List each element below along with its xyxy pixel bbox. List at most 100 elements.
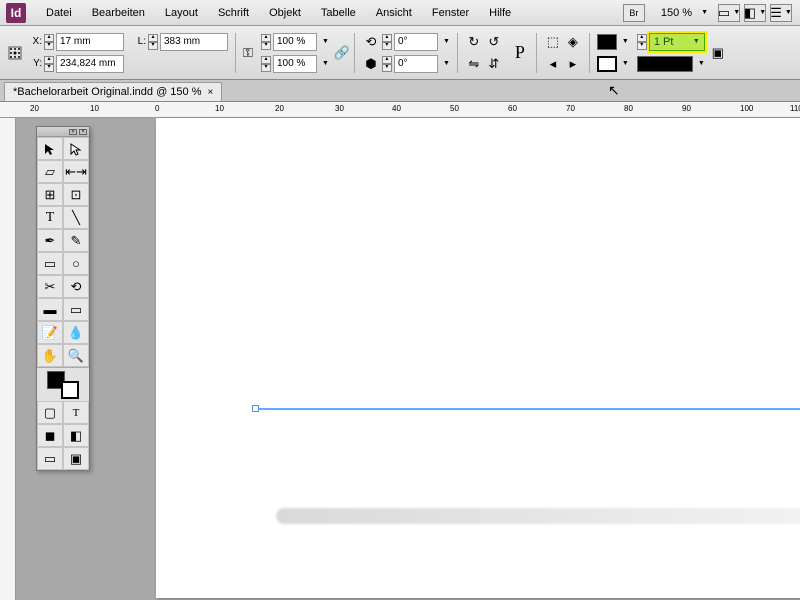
l-spinner[interactable]: ▴▾ xyxy=(148,34,158,50)
menu-tabelle[interactable]: Tabelle xyxy=(311,3,366,23)
canvas[interactable] xyxy=(16,118,800,600)
pencil-tool[interactable]: ✎ xyxy=(63,229,89,252)
bridge-button[interactable]: Br xyxy=(623,4,645,22)
toolbox-header[interactable]: «× xyxy=(37,127,89,137)
y-spinner[interactable]: ▴▾ xyxy=(44,56,54,72)
l-input[interactable] xyxy=(160,33,228,51)
chevron-down-icon[interactable]: ▼ xyxy=(322,60,329,67)
x-label: X: xyxy=(28,36,42,47)
menu-objekt[interactable]: Objekt xyxy=(259,3,311,23)
stroke-swatch[interactable] xyxy=(597,56,617,72)
app-logo: Id xyxy=(6,3,26,23)
select-container-icon[interactable]: ⬚ xyxy=(544,33,562,51)
line-tool[interactable]: ╲ xyxy=(63,206,89,229)
preview-icon[interactable]: ▣ xyxy=(63,447,89,470)
menu-fenster[interactable]: Fenster xyxy=(422,3,479,23)
selected-line[interactable] xyxy=(256,408,800,410)
rotate-cw-icon[interactable]: ↻ xyxy=(465,33,483,51)
menu-ansicht[interactable]: Ansicht xyxy=(366,3,422,23)
chevron-down-icon[interactable]: ▼ xyxy=(443,60,450,67)
shear-input[interactable] xyxy=(394,55,438,73)
page-tool[interactable]: ▱ xyxy=(37,160,63,183)
shear-spinner[interactable]: ▴▾ xyxy=(382,56,392,72)
chevron-down-icon[interactable]: ▼ xyxy=(443,38,450,45)
toolbox: «× ▱ ⇤⇥ ⊞ ⊡ T ╲ ✒ ✎ ▭ ○ ✂ ⟲ ▬ ▭ 📝 💧 ✋ 🔍 … xyxy=(36,126,90,471)
pen-tool[interactable]: ✒ xyxy=(37,229,63,252)
tab-bar: *Bachelorarbeit Original.indd @ 150 % × xyxy=(0,80,800,102)
x-spinner[interactable]: ▴▾ xyxy=(44,34,54,50)
gap-tool[interactable]: ⇤⇥ xyxy=(63,160,89,183)
rotate-input[interactable] xyxy=(394,33,438,51)
y-label: Y: xyxy=(28,58,42,69)
flip-h-icon[interactable]: ⇋ xyxy=(465,55,483,73)
zoom-level[interactable]: 150 % ▼ xyxy=(655,5,708,21)
scaley-spinner[interactable]: ▴▾ xyxy=(261,56,271,72)
menu-hilfe[interactable]: Hilfe xyxy=(479,3,521,23)
select-content-icon[interactable]: ◈ xyxy=(564,33,582,51)
document-tab[interactable]: *Bachelorarbeit Original.indd @ 150 % × xyxy=(4,82,222,101)
menu-bar: Id Datei Bearbeiten Layout Schrift Objek… xyxy=(0,0,800,26)
content-tool[interactable]: ⊞ xyxy=(37,183,63,206)
ellipse-tool[interactable]: ○ xyxy=(63,252,89,275)
menu-layout[interactable]: Layout xyxy=(155,3,208,23)
fill-swatch[interactable] xyxy=(597,34,617,50)
y-input[interactable] xyxy=(56,55,124,73)
hand-tool[interactable]: ✋ xyxy=(37,344,63,367)
l-label: L: xyxy=(132,36,146,47)
menu-schrift[interactable]: Schrift xyxy=(208,3,259,23)
apply-gradient-icon[interactable]: ◧ xyxy=(63,424,89,447)
format-container-icon[interactable]: ▢ xyxy=(37,401,63,424)
reference-point-icon[interactable] xyxy=(6,44,24,62)
direct-selection-tool[interactable] xyxy=(63,137,89,160)
control-bar: X: ▴▾ Y: ▴▾ L: ▴▾ ⚿ ▴▾ ▼ ▴▾ ▼ 🔗 xyxy=(0,26,800,80)
select-prev-icon[interactable]: ◂ xyxy=(544,55,562,73)
stroke-weight-input[interactable]: 1 Pt▼ xyxy=(649,33,705,51)
rectangle-frame-tool[interactable]: ▭ xyxy=(37,252,63,275)
fill-stroke-control[interactable] xyxy=(37,367,89,401)
selection-tool[interactable] xyxy=(37,137,63,160)
stroke-spinner[interactable]: ▴▾ xyxy=(637,34,647,50)
flip-v-icon[interactable]: ⇵ xyxy=(485,55,503,73)
menu-bearbeiten[interactable]: Bearbeiten xyxy=(82,3,155,23)
stroke-style[interactable] xyxy=(637,56,693,72)
tab-title: *Bachelorarbeit Original.indd @ 150 % xyxy=(13,86,202,98)
note-tool[interactable]: 📝 xyxy=(37,321,63,344)
rotate-icon: ⟲ xyxy=(362,33,380,51)
chevron-down-icon[interactable]: ▼ xyxy=(322,38,329,45)
apply-color-icon[interactable]: ◼ xyxy=(37,424,63,447)
effects-icon[interactable]: ▣ xyxy=(709,44,727,62)
rotate-ccw-icon[interactable]: ↺ xyxy=(485,33,503,51)
scale-x-input[interactable] xyxy=(273,33,317,51)
select-next-icon[interactable]: ▸ xyxy=(564,55,582,73)
link-icon[interactable]: 🔗 xyxy=(333,44,351,62)
ruler-horizontal: 20 10 0 10 20 30 40 50 60 70 80 90 100 1… xyxy=(0,102,800,118)
scale-y-input[interactable] xyxy=(273,55,317,73)
gradient-feather-tool[interactable]: ▭ xyxy=(63,298,89,321)
rotate-spinner[interactable]: ▴▾ xyxy=(382,34,392,50)
x-input[interactable] xyxy=(56,33,124,51)
chevron-down-icon: ▼ xyxy=(701,9,708,16)
constrain-icon[interactable]: ⚿ xyxy=(239,44,257,62)
menu-datei[interactable]: Datei xyxy=(36,3,82,23)
arrange-button[interactable]: ◧▼ xyxy=(744,4,766,22)
selection-handle[interactable] xyxy=(252,405,259,412)
select-p-icon[interactable]: P xyxy=(507,44,533,62)
gradient-swatch-tool[interactable]: ▬ xyxy=(37,298,63,321)
zoom-tool[interactable]: 🔍 xyxy=(63,344,89,367)
close-icon[interactable]: × xyxy=(208,87,214,98)
eyedropper-tool[interactable]: 💧 xyxy=(63,321,89,344)
page xyxy=(156,118,800,598)
workspace-button[interactable]: ☰▼ xyxy=(770,4,792,22)
type-tool[interactable]: T xyxy=(37,206,63,229)
scalex-spinner[interactable]: ▴▾ xyxy=(261,34,271,50)
normal-view-icon[interactable]: ▭ xyxy=(37,447,63,470)
format-text-icon[interactable]: T xyxy=(63,401,89,424)
zoom-value: 150 % xyxy=(655,5,698,21)
chevron-down-icon[interactable]: ▼ xyxy=(698,60,705,67)
scissors-tool[interactable]: ✂ xyxy=(37,275,63,298)
chevron-down-icon[interactable]: ▼ xyxy=(622,38,629,45)
transform-tool[interactable]: ⟲ xyxy=(63,275,89,298)
content-tool-2[interactable]: ⊡ xyxy=(63,183,89,206)
chevron-down-icon[interactable]: ▼ xyxy=(622,60,629,67)
screen-mode-button[interactable]: ▭▼ xyxy=(718,4,740,22)
